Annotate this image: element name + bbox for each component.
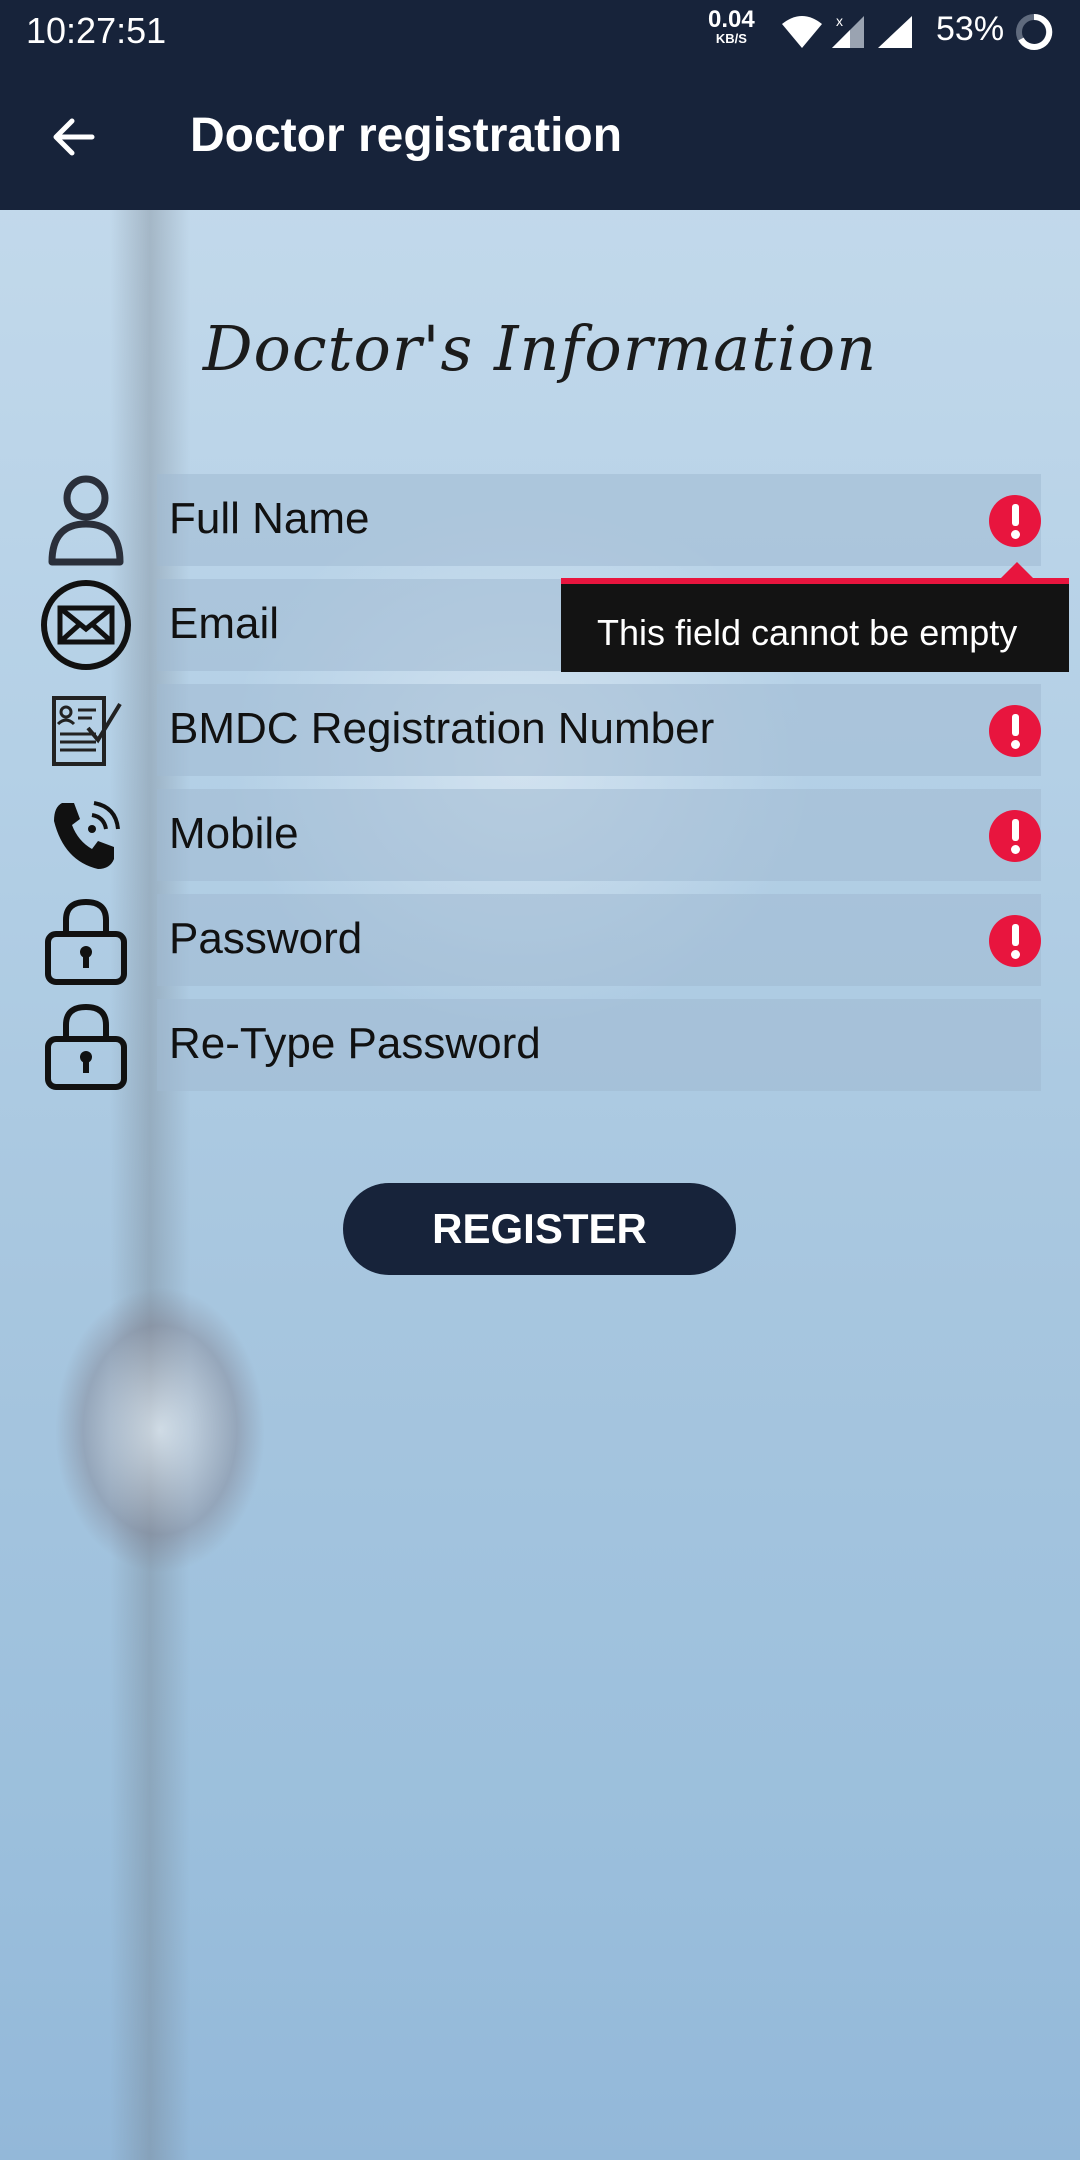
signal-icon — [878, 16, 912, 48]
app-bar: Doctor registration — [0, 62, 1080, 210]
full-name-placeholder: Full Name — [169, 494, 370, 543]
password-placeholder: Password — [169, 914, 363, 963]
status-bar: 10:27:51 0.04 KB/S x 53% — [0, 0, 1080, 62]
form-row-bmdc: BMDC Registration Number — [0, 684, 1080, 776]
envelope-icon — [40, 579, 132, 671]
wifi-icon — [782, 16, 822, 48]
phone-icon — [40, 789, 132, 881]
arrow-left-icon — [53, 118, 95, 156]
mobile-placeholder: Mobile — [169, 809, 299, 858]
error-icon[interactable] — [989, 915, 1041, 967]
mobile-field[interactable]: Mobile — [157, 789, 1041, 881]
lock-icon — [40, 999, 132, 1091]
back-button[interactable] — [48, 112, 98, 162]
tooltip-caret — [1001, 562, 1033, 578]
network-speed-value: 0.04 — [708, 6, 755, 33]
network-speed-unit: KB/S — [715, 31, 747, 46]
tooltip-message: This field cannot be empty — [597, 612, 1018, 653]
svg-text:x: x — [836, 13, 843, 29]
register-button[interactable]: REGISTER — [343, 1183, 736, 1275]
form-row-mobile: Mobile — [0, 789, 1080, 881]
status-time: 10:27:51 — [26, 10, 167, 51]
section-title: Doctor's Information — [202, 312, 878, 385]
error-icon[interactable] — [989, 810, 1041, 862]
lock-icon — [40, 894, 132, 986]
document-check-icon — [40, 684, 132, 776]
form-row-password: Password — [0, 894, 1080, 986]
password-field[interactable]: Password — [157, 894, 1041, 986]
error-tooltip: This field cannot be empty — [561, 562, 1069, 672]
full-name-field[interactable]: Full Name — [157, 474, 1041, 566]
form-row-full-name: Full Name — [0, 474, 1080, 566]
battery-icon — [1014, 12, 1054, 57]
error-icon[interactable] — [989, 495, 1041, 547]
signal-x-icon: x — [832, 13, 864, 48]
retype-password-placeholder: Re-Type Password — [169, 1019, 541, 1068]
page-title: Doctor registration — [190, 109, 623, 162]
error-icon[interactable] — [989, 705, 1041, 757]
bmdc-registration-field[interactable]: BMDC Registration Number — [157, 684, 1041, 776]
retype-password-field[interactable]: Re-Type Password — [157, 999, 1041, 1091]
network-speed: 0.04 KB/S — [708, 6, 755, 46]
email-placeholder: Email — [169, 599, 280, 648]
person-icon — [40, 474, 132, 566]
signal-icons: x — [780, 12, 920, 57]
battery-percent: 53% — [936, 10, 1005, 48]
bmdc-registration-placeholder: BMDC Registration Number — [169, 704, 715, 753]
form-row-retype-password: Re-Type Password — [0, 999, 1080, 1091]
